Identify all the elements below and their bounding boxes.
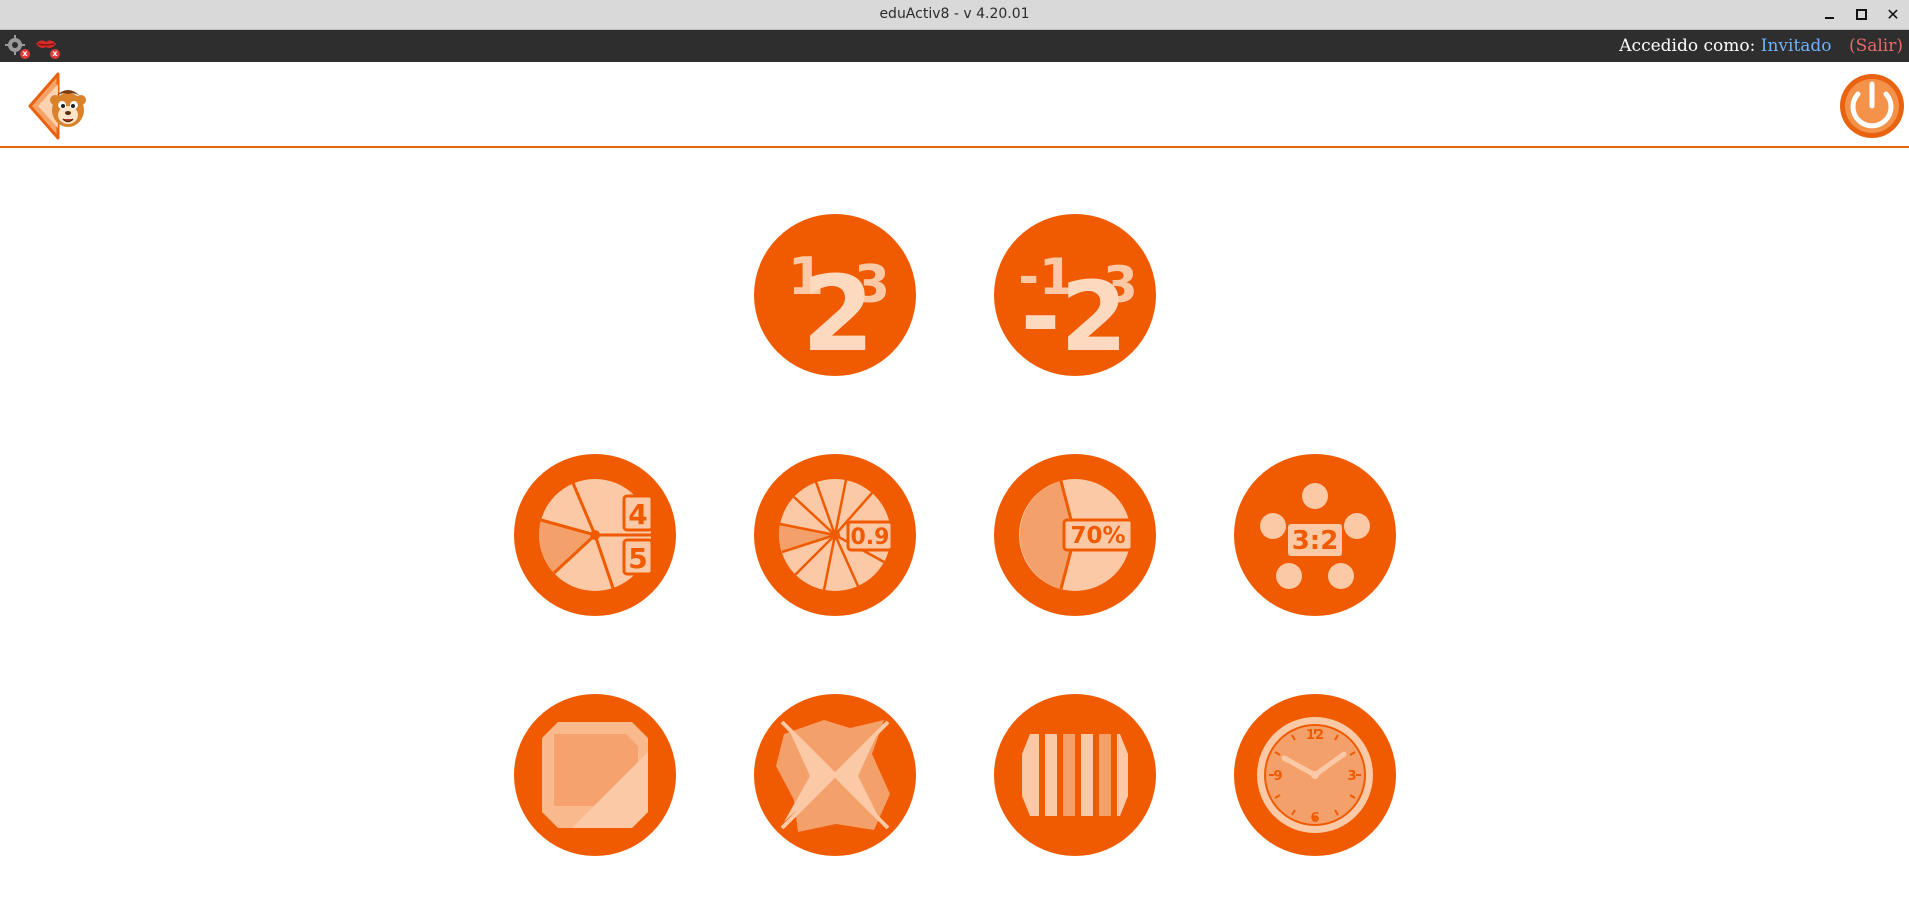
status-icons: x x	[4, 34, 60, 59]
fraction-denominator: 5	[628, 542, 647, 575]
vertical-bars-icon	[1022, 730, 1128, 820]
shapes-activity-button[interactable]	[514, 694, 676, 856]
addition-icon: 1 3 2	[788, 247, 890, 375]
fractions-pie-icon: 4 5	[538, 479, 654, 591]
status-bar: x x Accedido como: Invitado (Salir)	[0, 30, 1909, 62]
symmetry-cross-icon	[776, 720, 890, 832]
decimal-label: 0.9	[851, 525, 890, 550]
close-button[interactable]: ✕	[1882, 3, 1904, 25]
bars-activity-button[interactable]	[994, 694, 1156, 856]
clock-number-6: 6	[1310, 811, 1319, 826]
clock-activity-button[interactable]: 12 3 6 9	[1234, 694, 1396, 856]
addition-activity-button[interactable]: 1 3 2	[754, 214, 916, 376]
logout-link[interactable]: (Salir)	[1849, 36, 1903, 56]
shape-overlap-icon	[542, 722, 648, 828]
fraction-numerator: 4	[628, 498, 647, 531]
maximize-icon	[1855, 8, 1867, 20]
decimals-pie-icon: 0.9	[779, 479, 894, 591]
clock-number-3: 3	[1347, 769, 1356, 784]
power-button[interactable]	[1838, 72, 1906, 140]
ratios-activity-button[interactable]: 3:2	[1234, 454, 1396, 616]
header	[0, 64, 1909, 147]
percentage-label: 70%	[1070, 523, 1125, 549]
subtraction-activity-button[interactable]: -1 -3 -2	[994, 214, 1156, 376]
fractions-activity-button[interactable]: 4 5	[514, 454, 676, 616]
symmetry-activity-button[interactable]	[754, 694, 916, 856]
header-divider	[0, 146, 1909, 148]
logged-as-label: Accedido como:	[1619, 36, 1756, 56]
maximize-button[interactable]	[1850, 3, 1872, 25]
subtraction-big-digit: -2	[1021, 261, 1128, 373]
minimize-icon	[1824, 17, 1834, 19]
login-info: Accedido como: Invitado (Salir)	[1619, 30, 1903, 62]
minimize-button[interactable]	[1818, 3, 1840, 25]
speech-disconnected-icon[interactable]: x	[34, 34, 60, 59]
clock-number-9: 9	[1273, 769, 1282, 784]
settings-disconnected-icon[interactable]: x	[4, 34, 30, 59]
subtraction-icon: -1 -3 -2	[1018, 248, 1138, 373]
decimals-activity-button[interactable]: 0.9	[754, 454, 916, 616]
ratio-label: 3:2	[1292, 526, 1339, 556]
percentages-activity-button[interactable]: 70%	[994, 454, 1156, 616]
mascot-back-arrow-icon	[28, 72, 86, 140]
back-button[interactable]	[28, 72, 88, 140]
window-title: eduActiv8 - v 4.20.01	[879, 6, 1030, 22]
ratios-dots-icon: 3:2	[1260, 483, 1370, 589]
power-icon	[1840, 74, 1904, 138]
close-icon: ✕	[1886, 4, 1900, 24]
percentages-pie-icon: 70%	[1019, 479, 1134, 591]
window-titlebar: eduActiv8 - v 4.20.01 ✕	[0, 0, 1909, 30]
user-link[interactable]: Invitado	[1761, 36, 1832, 56]
clock-number-12: 12	[1306, 728, 1324, 743]
addition-big-digit: 2	[802, 253, 874, 375]
clock-icon: 12 3 6 9	[1257, 717, 1373, 833]
